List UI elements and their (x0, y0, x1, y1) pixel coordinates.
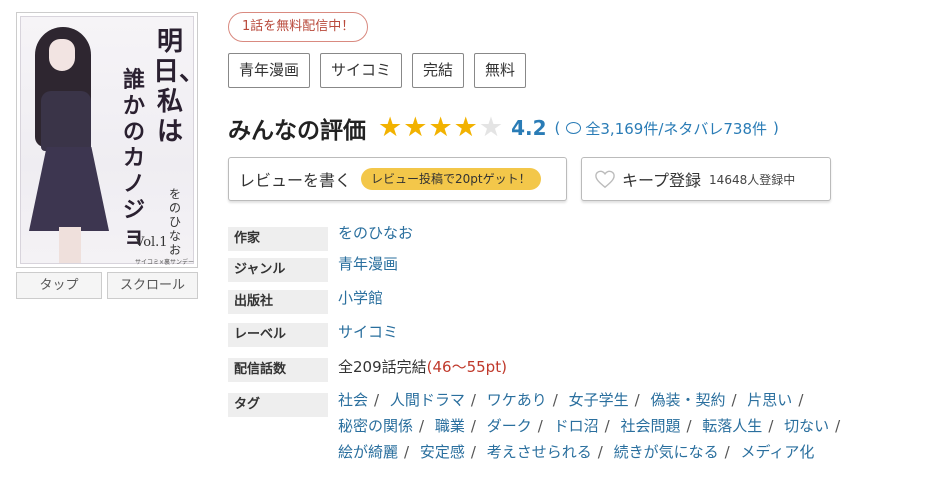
tag-link[interactable]: 秘密の関係 (338, 417, 413, 435)
cover-title-line2: 誰かの カノジョ (122, 67, 145, 249)
info-label: ジャンル (228, 258, 328, 282)
tag-link[interactable]: 人間ドラマ (390, 391, 465, 409)
cover-character-face (49, 39, 75, 71)
cover-character-dress (29, 147, 109, 231)
write-review-label: レビューを書く (239, 171, 352, 190)
cover-character-top (41, 91, 91, 151)
info-label: タグ (228, 393, 328, 417)
cover-volume: Vol.1 (135, 235, 168, 250)
tag-link[interactable]: 社会 (338, 391, 368, 409)
star-empty-icon: ★ (478, 112, 504, 143)
genre-tag[interactable]: 青年漫画 (228, 53, 311, 88)
tag-link[interactable]: 職業 (435, 417, 465, 435)
episodes-value: 全209話完結(46〜55pt) (338, 355, 507, 379)
info-label: 作家 (228, 227, 328, 251)
cover-imprint: サイコミ×裏サンデー (135, 259, 195, 266)
star-filled-icon: ★ (403, 112, 428, 143)
tag-link[interactable]: 女子学生 (569, 391, 629, 409)
tag-link[interactable]: 片思い (747, 391, 792, 409)
genre-link[interactable]: 青年漫画 (338, 252, 398, 276)
tag-line: 秘密の関係 / 職業 / ダーク / ドロ沼 / 社会問題 / 転落人生 / 切ない / (338, 417, 841, 435)
genre-tag-list: 青年漫画 サイコミ 完結 無料 (228, 53, 527, 88)
review-count-link[interactable]: ( 全3,169件/ネタバレ738件 ) (555, 118, 779, 139)
tag-link[interactable]: ドロ沼 (554, 417, 599, 435)
star-filled-icon: ★ (428, 112, 453, 143)
tag-link[interactable]: ダーク (487, 417, 532, 435)
tag-line: 社会 / 人間ドラマ / ワケあり / 女子学生 / 偽装・契約 / 片思い / (338, 391, 804, 409)
heart-icon (595, 170, 615, 189)
rating-heading: みんなの評価 (228, 118, 366, 144)
star-filled-icon: ★ (378, 112, 403, 143)
keep-label: キープ登録 (622, 171, 702, 190)
tag-link[interactable]: 切ない (784, 417, 829, 435)
star-filled-icon: ★ (453, 112, 478, 143)
review-promo-badge: レビュー投稿で20ptゲット！ (361, 168, 541, 190)
author-link[interactable]: をのひなお (338, 221, 413, 245)
free-episode-badge: 1話を無料配信中！ (228, 12, 369, 42)
tag-line: 絵が綺麗 / 安定感 / 考えさせられる / 続きが気になる / メディア化 (338, 443, 815, 461)
tag-link[interactable]: 続きが気になる (614, 443, 719, 461)
tag-list: 社会 / 人間ドラマ / ワケあり / 女子学生 / 偽装・契約 / 片思い / 秘密の関係… (338, 387, 928, 465)
info-label: 配信話数 (228, 358, 328, 382)
info-label: 出版社 (228, 290, 328, 314)
scroll-view-button[interactable]: スクロール (107, 272, 198, 299)
tag-link[interactable]: 転落人生 (702, 417, 762, 435)
write-review-button[interactable]: レビューを書く レビュー投稿で20ptゲット！ (228, 157, 567, 201)
genre-tag[interactable]: 完結 (412, 53, 465, 88)
cover-author: をのひなお (168, 187, 181, 257)
genre-tag[interactable]: サイコミ (320, 53, 403, 88)
tag-link[interactable]: 社会問題 (620, 417, 680, 435)
cover-image[interactable]: 明日、私は 誰かのカノジョ をのひなお Vol.1 サイコミ×裏サンデー (16, 12, 198, 268)
genre-tag[interactable]: 無料 (474, 53, 527, 88)
tag-link[interactable]: 考えさせられる (487, 443, 592, 461)
cover-character-legs (59, 227, 81, 263)
tag-link[interactable]: 偽装・契約 (650, 391, 725, 409)
label-link[interactable]: サイコミ (338, 320, 398, 344)
episodes-price: (46〜55pt) (426, 358, 507, 376)
tag-link[interactable]: メディア化 (740, 443, 814, 461)
publisher-link[interactable]: 小学館 (338, 286, 383, 310)
episodes-count: 全209話完結 (338, 358, 427, 376)
tag-link[interactable]: 安定感 (420, 443, 465, 461)
comment-bubble-icon (566, 122, 582, 134)
rating-row: みんなの評価 ★ ★ ★ ★ ★ 4.2 ( 全3,169件/ネタバレ738件 ) (228, 112, 779, 145)
review-summary: 全3,169件/ネタバレ738件 (585, 119, 768, 138)
tap-view-button[interactable]: タップ (16, 272, 102, 299)
cover-title-line1: 明日、私は (153, 27, 197, 147)
rating-score: 4.2 (511, 116, 547, 140)
close-paren: ) (773, 119, 779, 137)
tag-link[interactable]: 絵が綺麗 (338, 443, 398, 461)
star-rating: ★ ★ ★ ★ ★ (378, 113, 503, 143)
tag-link[interactable]: ワケあり (487, 391, 547, 409)
keep-button[interactable]: キープ登録 14648人登録中 (581, 157, 831, 201)
open-paren: ( (554, 119, 561, 137)
info-label: レーベル (228, 323, 328, 347)
keep-count: 14648人登録中 (709, 172, 796, 187)
